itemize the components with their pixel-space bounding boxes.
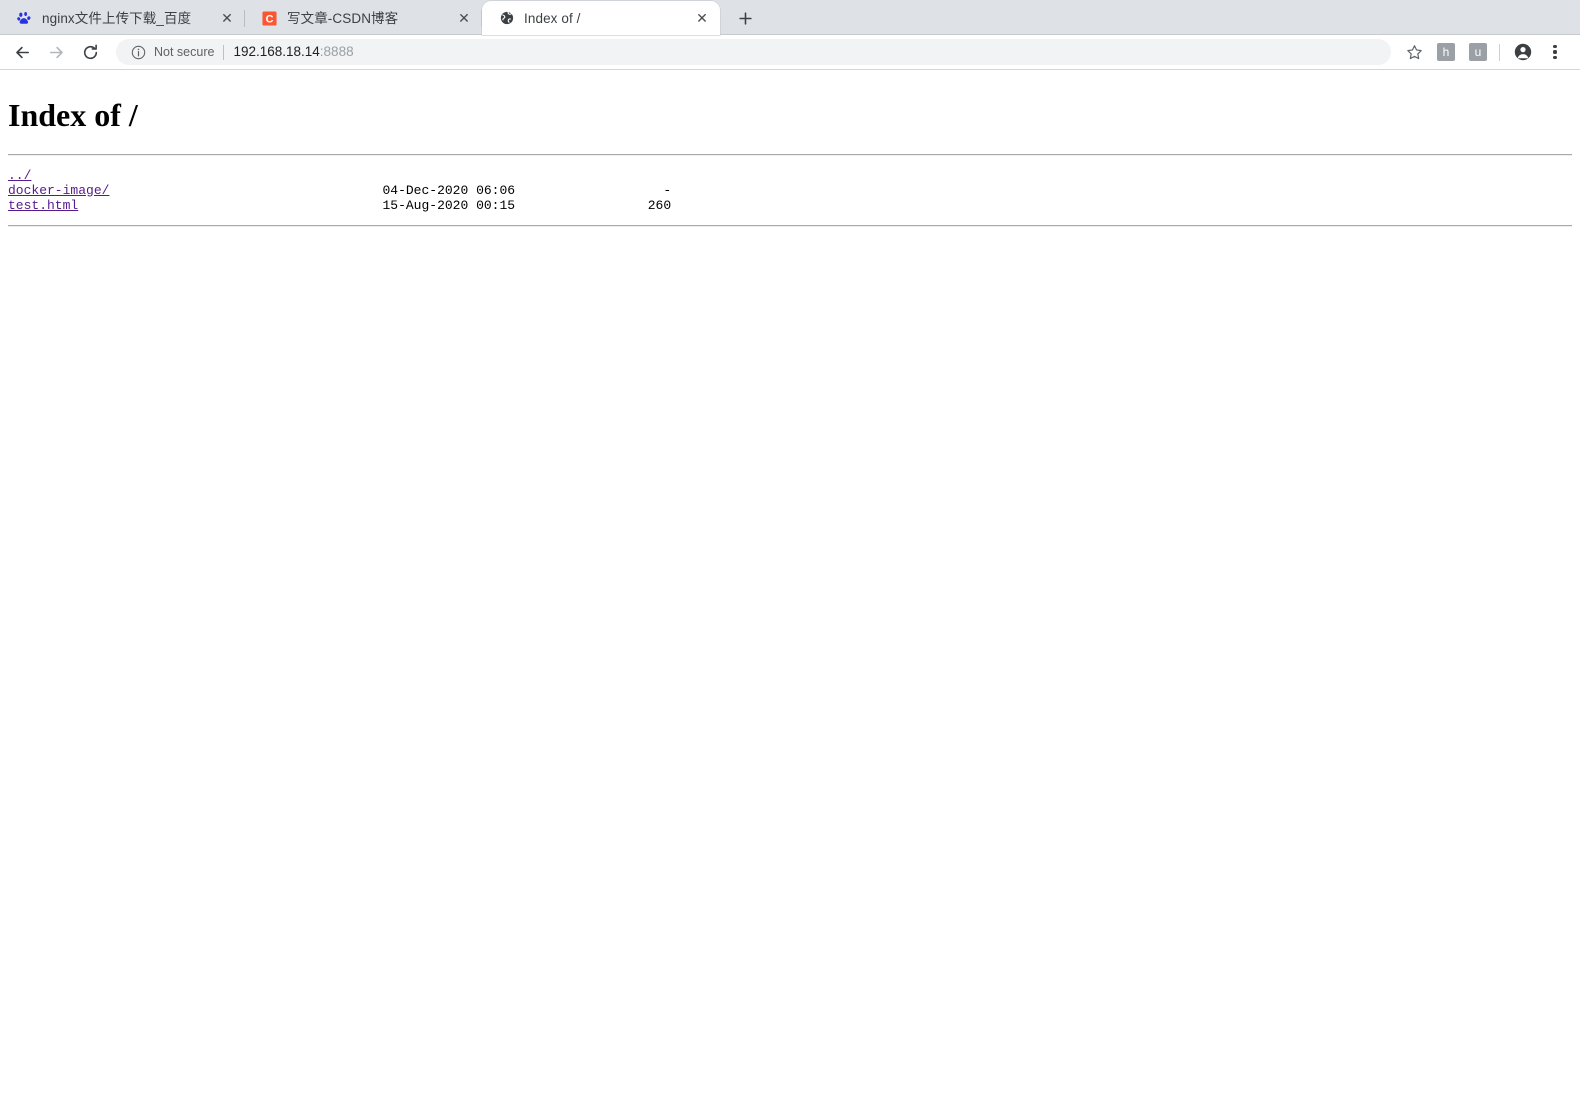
- listing-date-docker-image: 04-Dec-2020 06:06: [382, 182, 516, 198]
- listing-link-test-html[interactable]: test.html: [8, 198, 78, 213]
- listing-pad-3: [78, 198, 382, 213]
- reload-icon: [83, 43, 97, 59]
- star-icon: [1406, 44, 1422, 59]
- three-dot-menu-icon: [1553, 44, 1557, 60]
- csdn-c-icon: C: [261, 10, 278, 27]
- security-status-text: Not secure: [154, 45, 215, 59]
- browser-menu-button[interactable]: [1540, 37, 1570, 67]
- url-text: 192.168.18.14:8888: [233, 44, 353, 60]
- tab-title: 写文章-CSDN博客: [287, 10, 399, 26]
- listing-link-docker-image[interactable]: docker-image/: [8, 183, 109, 198]
- forward-button[interactable]: [40, 36, 72, 68]
- directory-index: Index of / ../ docker-image/ 04-Dec-2020…: [0, 70, 1580, 243]
- browser-toolbar: Not secure 192.168.18.14:8888 h u: [0, 35, 1580, 70]
- listing-pad-4: [515, 198, 648, 213]
- tab-strip-empty-area: [762, 1, 1580, 35]
- listing-pad-1: [109, 183, 382, 198]
- forward-arrow-icon: [49, 46, 63, 58]
- tab-close-button[interactable]: ✕: [452, 6, 476, 30]
- tab-close-button[interactable]: ✕: [690, 6, 714, 30]
- tab-close-button[interactable]: ✕: [215, 6, 239, 30]
- tab-title: nginx文件上传下载_百度: [42, 10, 192, 26]
- extension-u-badge: u: [1469, 43, 1487, 61]
- listing-size-docker-image: -: [663, 182, 672, 198]
- directory-listing: ../ docker-image/ 04-Dec-2020 06:06 - te…: [8, 168, 1572, 213]
- globe-icon: [498, 10, 515, 27]
- tab-strip: nginx文件上传下载_百度 ✕ C 写文章-CSDN博客 ✕ Index of…: [0, 0, 1580, 35]
- listing-date-test-html: 15-Aug-2020 00:15: [382, 197, 516, 213]
- listing-size-test-html: 260: [647, 197, 672, 213]
- bookmark-star-button[interactable]: [1399, 37, 1429, 67]
- listing-pad-2: [515, 183, 663, 198]
- plus-icon: [738, 11, 752, 25]
- reload-button[interactable]: [74, 36, 106, 68]
- extension-h-button[interactable]: h: [1431, 37, 1461, 67]
- url-host: 192.168.18.14: [233, 44, 320, 59]
- browser-window: nginx文件上传下载_百度 ✕ C 写文章-CSDN博客 ✕ Index of…: [0, 0, 1580, 1117]
- toolbar-divider: [1499, 43, 1500, 61]
- tab-title: Index of /: [524, 10, 581, 26]
- baidu-paw-icon: [16, 10, 33, 27]
- profile-avatar-button[interactable]: [1508, 37, 1538, 67]
- tab-index-of[interactable]: Index of / ✕: [482, 1, 720, 35]
- page-title: Index of /: [8, 97, 138, 133]
- svg-text:C: C: [266, 13, 274, 25]
- page-content: Index of / ../ docker-image/ 04-Dec-2020…: [0, 70, 1580, 1117]
- top-divider: [8, 153, 1572, 156]
- url-port: :8888: [319, 44, 354, 59]
- tab-strip-bottom-border: [0, 34, 1580, 35]
- tab-nginx-baidu[interactable]: nginx文件上传下载_百度 ✕: [0, 1, 245, 35]
- back-arrow-icon: [15, 46, 29, 58]
- address-bar[interactable]: Not secure 192.168.18.14:8888: [116, 39, 1391, 65]
- extension-u-button[interactable]: u: [1463, 37, 1493, 67]
- extension-h-badge: h: [1437, 43, 1455, 61]
- back-button[interactable]: [6, 36, 38, 68]
- tab-csdn-blog[interactable]: C 写文章-CSDN博客 ✕: [245, 1, 482, 35]
- account-icon: [1514, 43, 1532, 61]
- bottom-divider: [8, 224, 1572, 227]
- new-tab-button[interactable]: [728, 1, 762, 35]
- listing-link-parent[interactable]: ../: [8, 168, 31, 183]
- omnibox-divider: [223, 44, 225, 60]
- info-circle-icon[interactable]: [130, 44, 146, 60]
